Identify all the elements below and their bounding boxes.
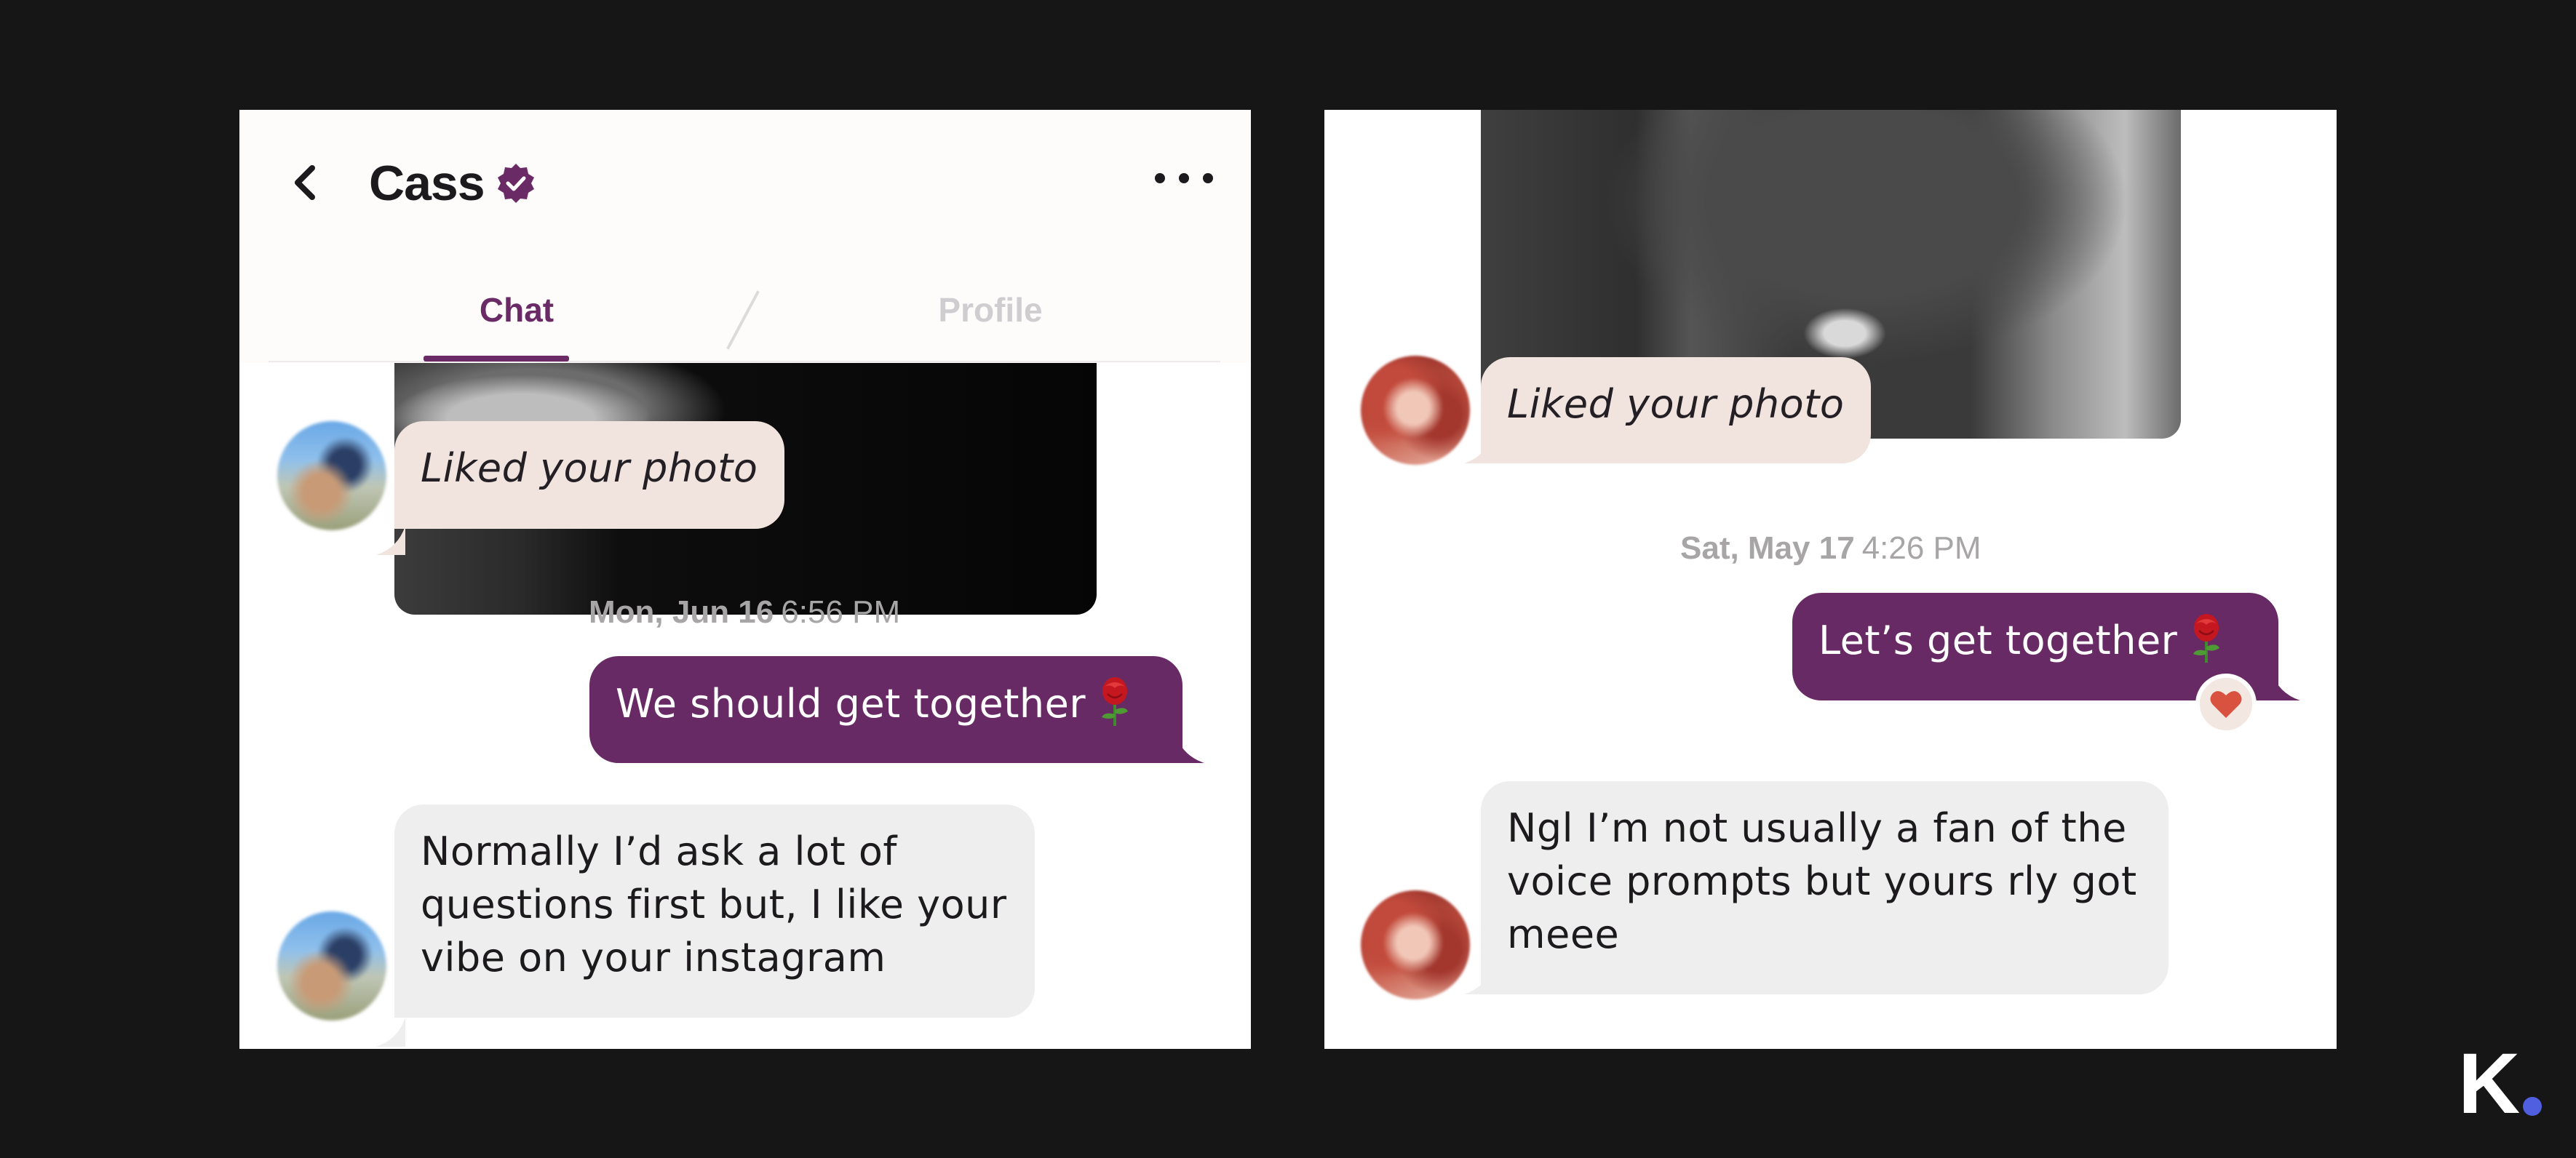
timestamp-date: Mon, Jun 16 [589,594,774,630]
timestamp-time: 6:56 PM [781,594,901,630]
more-dot-icon [1203,173,1213,183]
bubble-tail [376,1018,405,1047]
avatar[interactable] [277,421,386,530]
more-dot-icon [1179,173,1189,183]
more-dot-icon [1155,173,1165,183]
tab-divider [269,361,1220,362]
message-line: questions first but, I like your [421,882,1007,927]
brand-logo-icon: K [2458,1036,2543,1132]
brand-dot [2523,1097,2543,1116]
brand-letter: K [2458,1036,2521,1132]
more-options-button[interactable] [1155,164,1213,193]
bubble-tail [376,526,405,555]
like-message-text: Liked your photo [421,445,758,491]
verified-badge-icon [495,162,537,204]
chat-screen-left: Cass Chat Profile Liked your photo Mon, … [239,110,1251,1049]
message-line: voice prompts but yours rly got [1507,858,2137,904]
like-message-text: Liked your photo [1507,381,1845,427]
avatar[interactable] [1361,890,1470,999]
tab-profile[interactable]: Profile [845,270,1136,350]
message-line: Ngl I’m not usually a fan of the [1507,805,2127,851]
message-line: Normally I’d ask a lot of [421,828,897,874]
message-timestamp: Mon, Jun 16 6:56 PM [589,594,900,631]
chat-header: Cass Chat Profile [239,110,1251,363]
received-message-bubble[interactable]: Ngl I’m not usually a fan of the voice p… [1481,781,2168,994]
heart-icon [2210,691,2242,718]
tab-chat[interactable]: Chat [371,270,662,350]
like-message-bubble[interactable]: Liked your photo [394,421,784,529]
timestamp-date: Sat, May 17 [1680,530,1855,566]
avatar[interactable] [277,911,386,1021]
rose-emoji-icon [1102,677,1129,726]
rose-emoji-icon [2193,614,2220,663]
contact-name-row[interactable]: Cass [369,151,537,216]
received-message-bubble[interactable]: Normally I’d ask a lot of questions firs… [394,804,1035,1018]
tab-separator [726,290,760,350]
back-button[interactable] [277,155,333,210]
contact-name: Cass [369,156,485,211]
active-tab-indicator [424,356,569,362]
message-timestamp: Sat, May 17 4:26 PM [1680,530,1981,567]
sent-message-text: Let’s get together [1818,618,2178,663]
like-message-bubble[interactable]: Liked your photo [1481,357,1871,463]
heart-reaction[interactable] [2195,674,2257,735]
message-line: meee [1507,911,1620,957]
sent-message-bubble[interactable]: We should get together [589,656,1182,763]
chat-screen-right: Liked your photo Sat, May 17 4:26 PM Let’… [1324,110,2337,1049]
timestamp-time: 4:26 PM [1861,530,1981,566]
message-line: vibe on your instagram [421,935,886,981]
chevron-left-icon [295,165,315,200]
avatar[interactable] [1361,356,1470,465]
sent-message-text: We should get together [616,681,1086,727]
